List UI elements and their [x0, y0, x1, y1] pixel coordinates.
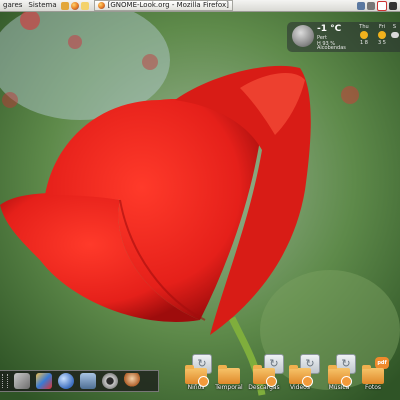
- wallpaper-poppy: [0, 0, 400, 400]
- folder-icon: [289, 365, 313, 387]
- gmail-icon[interactable]: [377, 0, 387, 11]
- forecast-day-label: Fri: [379, 24, 385, 30]
- emblem-icon: [198, 376, 209, 387]
- top-panel: gares Sistema [GNOME-Look.org - Mozilla …: [0, 0, 400, 12]
- emblem-icon: [302, 376, 313, 387]
- emblem-icon: [266, 376, 277, 387]
- weather-location: Alcobendas: [317, 45, 346, 51]
- folder-icon[interactable]: [60, 1, 69, 10]
- cloud-icon: [390, 32, 399, 38]
- desktop-folder-label: Fotos: [364, 384, 382, 391]
- folder-icon: [362, 365, 384, 384]
- forecast-day: Thu 1 8: [355, 24, 373, 46]
- forecast-temps: 3 5: [378, 40, 386, 46]
- desktop-folder-label: Temporal: [215, 384, 243, 391]
- weather-widget[interactable]: -1 °C Pert H 93 % Alcobendas Thu 1 8 Fri…: [287, 22, 400, 52]
- weather-temperature: -1 °C: [317, 24, 342, 34]
- desktop-folder-videos[interactable]: Videos: [283, 365, 317, 391]
- desktop-folder-label: Niños: [187, 384, 205, 391]
- folder-icon: [218, 365, 240, 384]
- folder-icon: [185, 365, 209, 387]
- firefox-icon: [97, 2, 105, 9]
- desktop-folder-label: Música: [328, 384, 350, 391]
- computer-icon[interactable]: [80, 373, 96, 389]
- forecast-temps: 1 8: [360, 40, 368, 46]
- volume-icon[interactable]: [367, 1, 375, 10]
- desktop-folder-label: Videos: [290, 384, 310, 391]
- task-title: [GNOME-Look.org - Mozilla Firefox]: [107, 1, 229, 9]
- editor-icon[interactable]: [14, 373, 30, 389]
- desktop-folder-temporal[interactable]: Temporal: [212, 365, 246, 391]
- sun-icon: [378, 31, 386, 39]
- desktop-folder-descargas[interactable]: Descargas: [247, 365, 281, 391]
- network-icon[interactable]: [357, 1, 365, 10]
- sun-icon: [360, 31, 368, 39]
- system-tray: [356, 0, 400, 11]
- forecast-day-label: S: [392, 24, 397, 30]
- dock-handle[interactable]: [2, 374, 8, 388]
- mail-icon[interactable]: [80, 1, 89, 10]
- desktop-folder-ninos[interactable]: Niños: [179, 365, 213, 391]
- menu-applications[interactable]: gares: [0, 0, 25, 11]
- emblem-icon: [341, 376, 352, 387]
- image-viewer-icon[interactable]: [36, 373, 52, 389]
- taskbar-button-firefox[interactable]: [GNOME-Look.org - Mozilla Firefox]: [93, 0, 233, 11]
- menu-system[interactable]: Sistema: [25, 0, 59, 11]
- forecast-day: S: [389, 24, 400, 40]
- forecast-day-label: Thu: [359, 24, 369, 30]
- character-icon[interactable]: [124, 373, 140, 389]
- eye-icon[interactable]: [102, 373, 118, 389]
- launcher-dock: [0, 370, 159, 392]
- folder-icon: [328, 365, 352, 387]
- power-icon[interactable]: [389, 1, 397, 10]
- globe-icon[interactable]: [58, 373, 74, 389]
- firefox-icon[interactable]: [70, 1, 79, 10]
- desktop-folder-fotos[interactable]: Fotos: [356, 365, 390, 391]
- desktop-folder-label: Descargas: [248, 384, 280, 391]
- desktop-folder-musica[interactable]: Música: [322, 365, 356, 391]
- cloud-icon: [292, 25, 314, 47]
- folder-icon: [253, 365, 277, 387]
